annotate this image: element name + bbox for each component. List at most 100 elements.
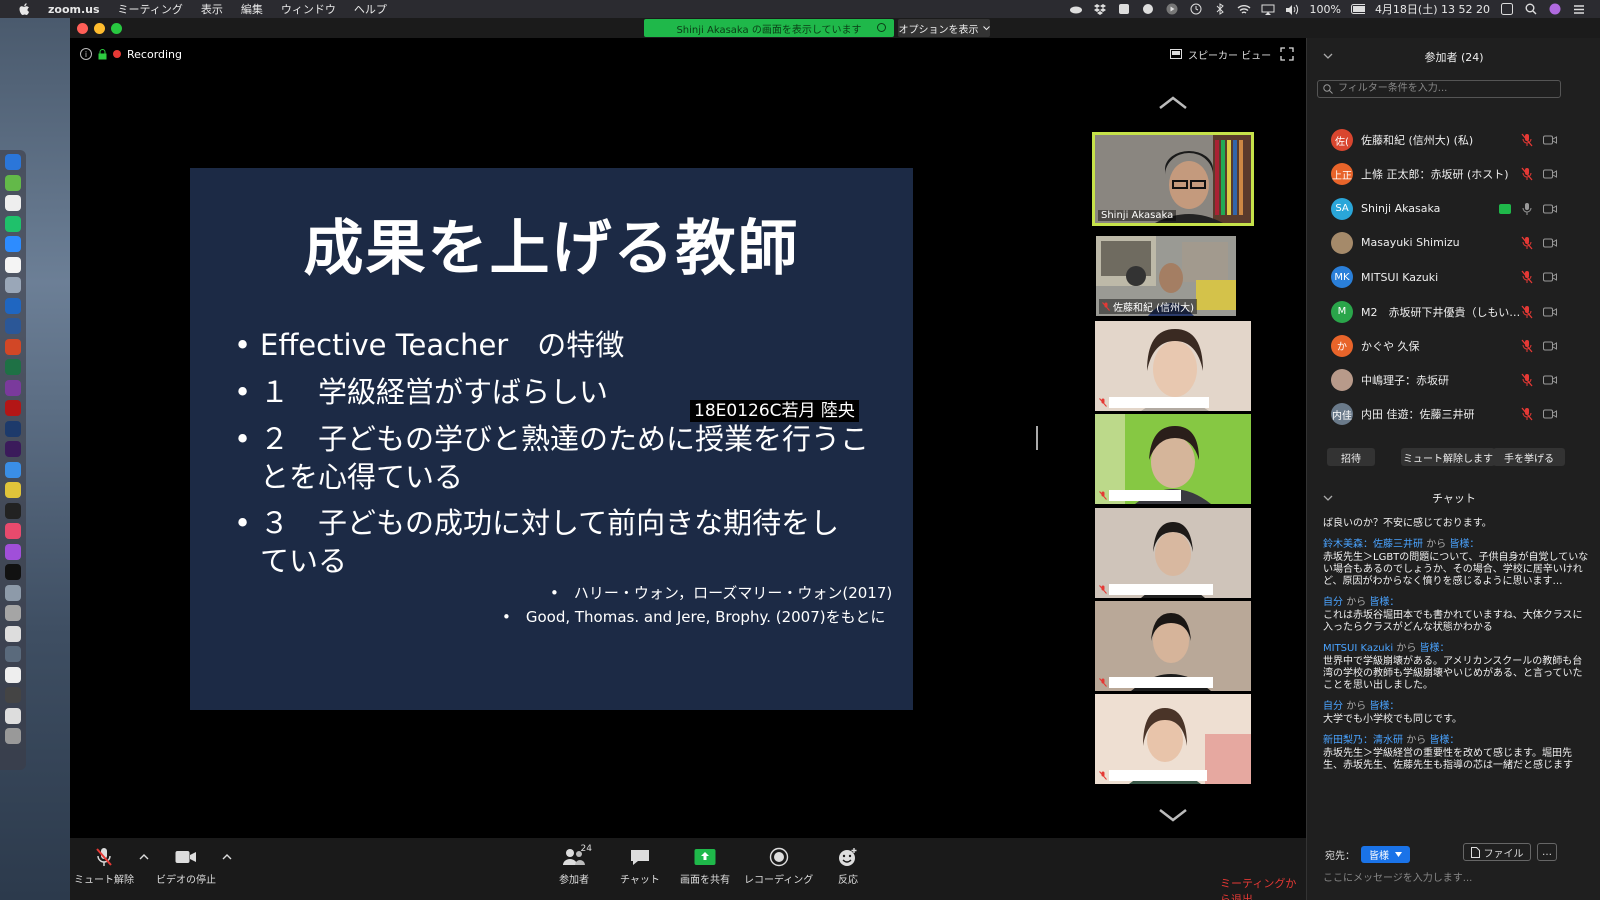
word-dock-icon[interactable] (5, 318, 21, 334)
menubar-app-name[interactable]: zoom.us (48, 3, 100, 16)
video-thumbnail-5[interactable] (1095, 508, 1251, 598)
menu-help[interactable]: ヘルプ (354, 1, 387, 17)
notification-center-icon[interactable] (1572, 3, 1586, 15)
chat-sender[interactable]: MITSUI Kazuki (1323, 643, 1393, 654)
cloud-icon[interactable] (1069, 3, 1083, 15)
excel-dock-icon[interactable] (5, 359, 21, 375)
folder-dock-icon[interactable] (5, 687, 21, 703)
minimize-window-button[interactable] (94, 23, 105, 34)
leave-meeting-button[interactable]: ミーティングから退出 (1220, 875, 1306, 900)
audio-options-caret-icon[interactable] (139, 852, 149, 860)
zoom-window-button[interactable] (111, 23, 122, 34)
video-thumbnail-active-speaker[interactable]: Shinji Akasaka (1092, 132, 1254, 226)
chat-sender[interactable]: 自分 (1323, 701, 1343, 712)
logic-dock-icon[interactable] (5, 502, 21, 519)
podcasts-dock-icon[interactable] (5, 543, 21, 560)
chat-sender[interactable]: 鈴木美森：佐藤三井研 (1323, 539, 1423, 550)
scroll-down-chevron-icon[interactable] (1158, 808, 1188, 822)
premiere-dock-icon[interactable] (5, 441, 21, 457)
creative-cloud-icon[interactable] (1141, 3, 1155, 15)
video-camera-icon[interactable] (1543, 408, 1557, 420)
siri-icon[interactable] (1548, 3, 1562, 15)
recipient-dropdown[interactable]: 皆様 (1361, 846, 1410, 863)
speaker-view-button[interactable]: スピーカー ビュー (1170, 46, 1271, 62)
participant-row[interactable]: 佐(佐藤和紀 (信州大) (私) (1307, 123, 1600, 157)
participant-row[interactable]: Masayuki Shimizu (1307, 226, 1600, 260)
textedit-dock-icon[interactable] (5, 625, 21, 642)
meeting-info-icon[interactable]: i (80, 48, 92, 60)
more-options-button[interactable]: … (1537, 843, 1557, 861)
chat-sender[interactable]: 新田梨乃：清水研 (1323, 735, 1403, 746)
video-options-caret-icon[interactable] (222, 852, 232, 860)
safari-dock-icon[interactable] (5, 461, 21, 478)
window-dock-icon[interactable] (5, 707, 21, 724)
view-options-button[interactable]: オプションを表示 (898, 19, 990, 37)
participant-row[interactable]: SA Shinji Akasaka (1307, 192, 1600, 226)
outlook-dock-icon[interactable] (5, 297, 21, 314)
powerpoint-dock-icon[interactable] (5, 338, 21, 355)
volume-icon[interactable] (1285, 3, 1299, 15)
participant-row[interactable]: 上正 上條 正太郎：赤坂研 (ホスト) (1307, 157, 1600, 191)
calendar-dock-icon[interactable] (5, 256, 21, 273)
participants-button[interactable]: 24 参加者 (554, 844, 594, 886)
muted-mic-icon[interactable] (1521, 167, 1533, 181)
menu-view[interactable]: 表示 (201, 1, 223, 17)
tv-dock-icon[interactable] (5, 564, 21, 580)
chat-button[interactable]: チャット (620, 846, 660, 886)
stop-video-button[interactable]: ビデオの停止 (156, 846, 216, 886)
onenote-dock-icon[interactable] (5, 379, 21, 396)
muted-mic-icon[interactable] (1521, 133, 1533, 147)
record-button[interactable]: レコーディング (744, 846, 813, 886)
video-camera-icon[interactable] (1543, 271, 1557, 283)
window-titlebar[interactable]: Shinji Akasaka の画面を表示しています オプションを表示 (70, 18, 1600, 38)
zoom-dock-icon[interactable] (5, 236, 21, 252)
unmute-button[interactable]: ミュート解除 (74, 846, 134, 886)
video-thumbnail-4[interactable] (1095, 414, 1251, 504)
wifi-icon[interactable] (1237, 3, 1251, 15)
play-icon[interactable] (1165, 3, 1179, 15)
raise-hand-button[interactable]: 手を挙げる (1493, 448, 1565, 466)
reactions-button[interactable]: 反応 (836, 846, 860, 886)
scroll-up-chevron-icon[interactable] (1158, 96, 1188, 110)
trash-dock-icon[interactable] (5, 728, 21, 744)
apple-icon[interactable] (16, 2, 32, 16)
finder-dock-icon[interactable] (5, 154, 21, 170)
muted-mic-icon[interactable] (1521, 407, 1533, 421)
stop-circle-icon[interactable] (877, 23, 886, 32)
acrobat-dock-icon[interactable] (5, 400, 21, 416)
video-camera-icon[interactable] (1543, 134, 1557, 146)
screenshot-dock-icon[interactable] (5, 646, 21, 662)
video-camera-icon[interactable] (1543, 237, 1557, 249)
share-screen-button[interactable]: 画面を共有 (680, 846, 730, 886)
chat-message-input[interactable] (1323, 868, 1583, 888)
input-method-icon[interactable] (1500, 3, 1514, 15)
video-camera-icon[interactable] (1543, 203, 1557, 215)
menu-edit[interactable]: 編集 (241, 1, 263, 17)
unmute-request-button[interactable]: ミュート解除します (1401, 448, 1495, 466)
menu-meeting[interactable]: ミーティング (118, 1, 183, 17)
fullscreen-button[interactable] (1280, 46, 1296, 62)
video-camera-icon[interactable] (1543, 306, 1557, 318)
microphone-icon[interactable] (1521, 202, 1533, 216)
photoshop-dock-icon[interactable] (5, 420, 21, 437)
line-dock-icon[interactable] (5, 215, 21, 232)
muted-mic-icon[interactable] (1521, 373, 1533, 387)
video-thumbnail-6[interactable] (1095, 601, 1251, 691)
muted-mic-icon[interactable] (1521, 270, 1533, 284)
muted-mic-icon[interactable] (1521, 236, 1533, 250)
utility-dock-icon[interactable] (5, 605, 21, 621)
video-thumbnail-2[interactable]: 佐藤和紀 (信州大) (1096, 236, 1236, 316)
document-dock-icon[interactable] (5, 666, 21, 683)
video-camera-icon[interactable] (1543, 340, 1557, 352)
chat-sender[interactable]: 自分 (1323, 597, 1343, 608)
dropbox-icon[interactable] (1093, 3, 1107, 15)
menu-window[interactable]: ウィンドウ (281, 1, 336, 17)
menubar-clock[interactable]: 4月18日(土) 13 52 20 (1375, 1, 1490, 17)
time-machine-icon[interactable] (1189, 3, 1203, 15)
image-capture-dock-icon[interactable] (5, 584, 21, 601)
participant-row[interactable]: MK MITSUI Kazuki (1307, 260, 1600, 294)
video-camera-icon[interactable] (1543, 168, 1557, 180)
preview-dock-icon[interactable] (5, 277, 21, 293)
photos-dock-icon[interactable] (5, 195, 21, 211)
participant-row[interactable]: 内佳 内田 佳遊：佐藤三井研 (1307, 397, 1600, 431)
